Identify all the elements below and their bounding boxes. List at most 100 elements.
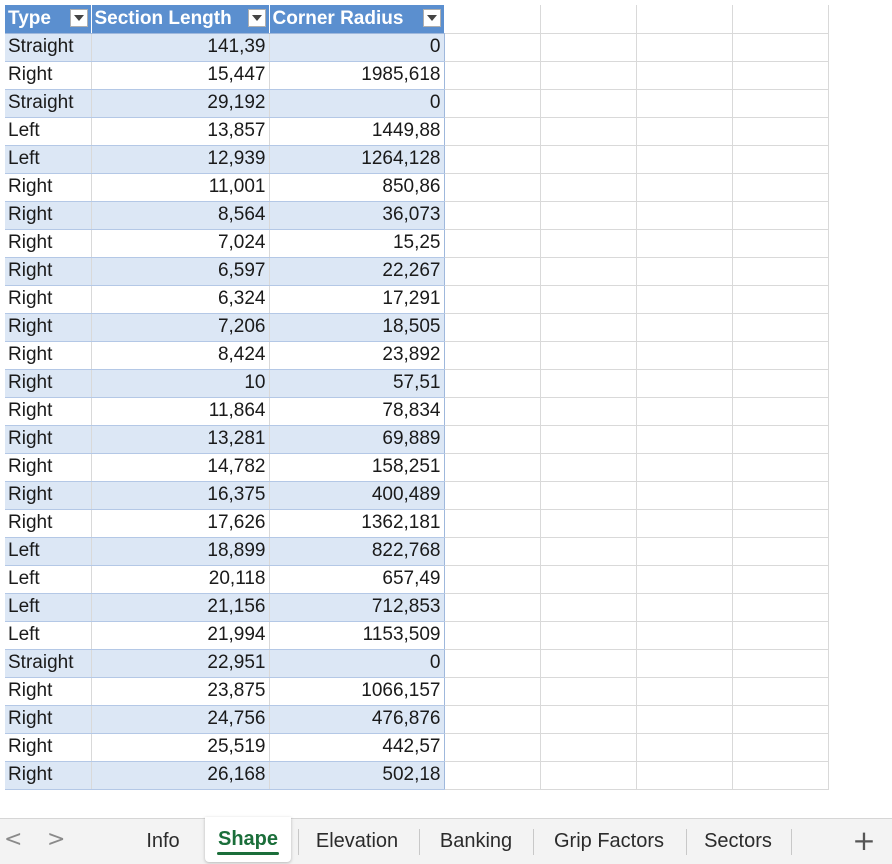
cell-section-length[interactable]: 8,424 bbox=[91, 341, 270, 370]
empty-cell[interactable] bbox=[540, 201, 637, 230]
cell-type[interactable]: Right bbox=[5, 397, 92, 426]
empty-cell[interactable] bbox=[636, 761, 733, 790]
empty-cell[interactable] bbox=[732, 89, 829, 118]
cell-section-length[interactable]: 25,519 bbox=[91, 733, 270, 762]
empty-cell[interactable] bbox=[732, 117, 829, 146]
empty-cell[interactable] bbox=[540, 649, 637, 678]
empty-cell[interactable] bbox=[732, 509, 829, 538]
cell-type[interactable]: Right bbox=[5, 229, 92, 258]
empty-cell[interactable] bbox=[636, 201, 733, 230]
cell-section-length[interactable]: 23,875 bbox=[91, 677, 270, 706]
empty-cell[interactable] bbox=[540, 397, 637, 426]
cell-section-length[interactable]: 20,118 bbox=[91, 565, 270, 594]
cell-corner-radius[interactable]: 822,768 bbox=[269, 537, 445, 566]
empty-cell[interactable] bbox=[636, 565, 733, 594]
cell-section-length[interactable]: 8,564 bbox=[91, 201, 270, 230]
cell-type[interactable]: Left bbox=[5, 593, 92, 622]
empty-cell[interactable] bbox=[444, 677, 541, 706]
empty-cell[interactable] bbox=[636, 397, 733, 426]
empty-cell[interactable] bbox=[636, 453, 733, 482]
plus-icon[interactable]: + bbox=[850, 824, 878, 857]
cell-section-length[interactable]: 18,899 bbox=[91, 537, 270, 566]
empty-cell[interactable] bbox=[636, 173, 733, 202]
empty-cell[interactable] bbox=[732, 145, 829, 174]
empty-cell[interactable] bbox=[732, 453, 829, 482]
empty-cell[interactable] bbox=[732, 733, 829, 762]
empty-cell[interactable] bbox=[732, 5, 829, 34]
empty-cell[interactable] bbox=[444, 173, 541, 202]
empty-cell[interactable] bbox=[636, 593, 733, 622]
scroll-tabs-left-icon[interactable]: < bbox=[4, 829, 22, 851]
empty-cell[interactable] bbox=[636, 5, 733, 34]
filter-dropdown-button[interactable] bbox=[69, 9, 88, 27]
empty-cell[interactable] bbox=[540, 705, 637, 734]
cell-corner-radius[interactable]: 0 bbox=[269, 649, 445, 678]
cell-corner-radius[interactable]: 69,889 bbox=[269, 425, 445, 454]
empty-cell[interactable] bbox=[444, 257, 541, 286]
cell-section-length[interactable]: 15,447 bbox=[91, 61, 270, 90]
cell-corner-radius[interactable]: 158,251 bbox=[269, 453, 445, 482]
cell-section-length[interactable]: 12,939 bbox=[91, 145, 270, 174]
cell-type[interactable]: Left bbox=[5, 565, 92, 594]
cell-corner-radius[interactable]: 18,505 bbox=[269, 313, 445, 342]
tab-shape[interactable]: Shape bbox=[205, 817, 291, 862]
cell-corner-radius[interactable]: 476,876 bbox=[269, 705, 445, 734]
empty-cell[interactable] bbox=[732, 201, 829, 230]
empty-cell[interactable] bbox=[636, 677, 733, 706]
empty-cell[interactable] bbox=[540, 145, 637, 174]
empty-cell[interactable] bbox=[540, 89, 637, 118]
empty-cell[interactable] bbox=[444, 593, 541, 622]
empty-cell[interactable] bbox=[444, 201, 541, 230]
empty-cell[interactable] bbox=[732, 397, 829, 426]
empty-cell[interactable] bbox=[444, 565, 541, 594]
cell-corner-radius[interactable]: 0 bbox=[269, 89, 445, 118]
empty-cell[interactable] bbox=[444, 61, 541, 90]
empty-cell[interactable] bbox=[636, 33, 733, 62]
empty-cell[interactable] bbox=[540, 509, 637, 538]
cell-type[interactable]: Right bbox=[5, 201, 92, 230]
empty-cell[interactable] bbox=[732, 761, 829, 790]
column-header-corner-radius[interactable]: Corner Radius bbox=[269, 5, 445, 34]
cell-corner-radius[interactable]: 0 bbox=[269, 33, 445, 62]
empty-cell[interactable] bbox=[444, 33, 541, 62]
cell-section-length[interactable]: 7,024 bbox=[91, 229, 270, 258]
empty-cell[interactable] bbox=[732, 649, 829, 678]
cell-type[interactable]: Right bbox=[5, 369, 92, 398]
tab-info[interactable]: Info bbox=[132, 819, 194, 863]
empty-cell[interactable] bbox=[540, 313, 637, 342]
empty-cell[interactable] bbox=[444, 5, 541, 34]
empty-cell[interactable] bbox=[636, 481, 733, 510]
cell-type[interactable]: Right bbox=[5, 285, 92, 314]
empty-cell[interactable] bbox=[540, 5, 637, 34]
empty-cell[interactable] bbox=[732, 229, 829, 258]
empty-cell[interactable] bbox=[444, 341, 541, 370]
empty-cell[interactable] bbox=[540, 33, 637, 62]
empty-cell[interactable] bbox=[540, 537, 637, 566]
empty-cell[interactable] bbox=[732, 593, 829, 622]
cell-section-length[interactable]: 29,192 bbox=[91, 89, 270, 118]
cell-corner-radius[interactable]: 712,853 bbox=[269, 593, 445, 622]
empty-cell[interactable] bbox=[540, 761, 637, 790]
empty-cell[interactable] bbox=[444, 481, 541, 510]
empty-cell[interactable] bbox=[540, 677, 637, 706]
empty-cell[interactable] bbox=[540, 425, 637, 454]
empty-cell[interactable] bbox=[444, 761, 541, 790]
empty-cell[interactable] bbox=[636, 285, 733, 314]
cell-section-length[interactable]: 11,001 bbox=[91, 173, 270, 202]
cell-type[interactable]: Right bbox=[5, 481, 92, 510]
empty-cell[interactable] bbox=[732, 313, 829, 342]
empty-cell[interactable] bbox=[444, 369, 541, 398]
empty-cell[interactable] bbox=[636, 341, 733, 370]
empty-cell[interactable] bbox=[732, 341, 829, 370]
empty-cell[interactable] bbox=[444, 537, 541, 566]
cell-section-length[interactable]: 17,626 bbox=[91, 509, 270, 538]
empty-cell[interactable] bbox=[444, 453, 541, 482]
cell-corner-radius[interactable]: 1362,181 bbox=[269, 509, 445, 538]
cell-corner-radius[interactable]: 400,489 bbox=[269, 481, 445, 510]
empty-cell[interactable] bbox=[636, 733, 733, 762]
cell-type[interactable]: Right bbox=[5, 453, 92, 482]
cell-corner-radius[interactable]: 657,49 bbox=[269, 565, 445, 594]
cell-type[interactable]: Left bbox=[5, 537, 92, 566]
empty-cell[interactable] bbox=[636, 61, 733, 90]
cell-type[interactable]: Right bbox=[5, 425, 92, 454]
